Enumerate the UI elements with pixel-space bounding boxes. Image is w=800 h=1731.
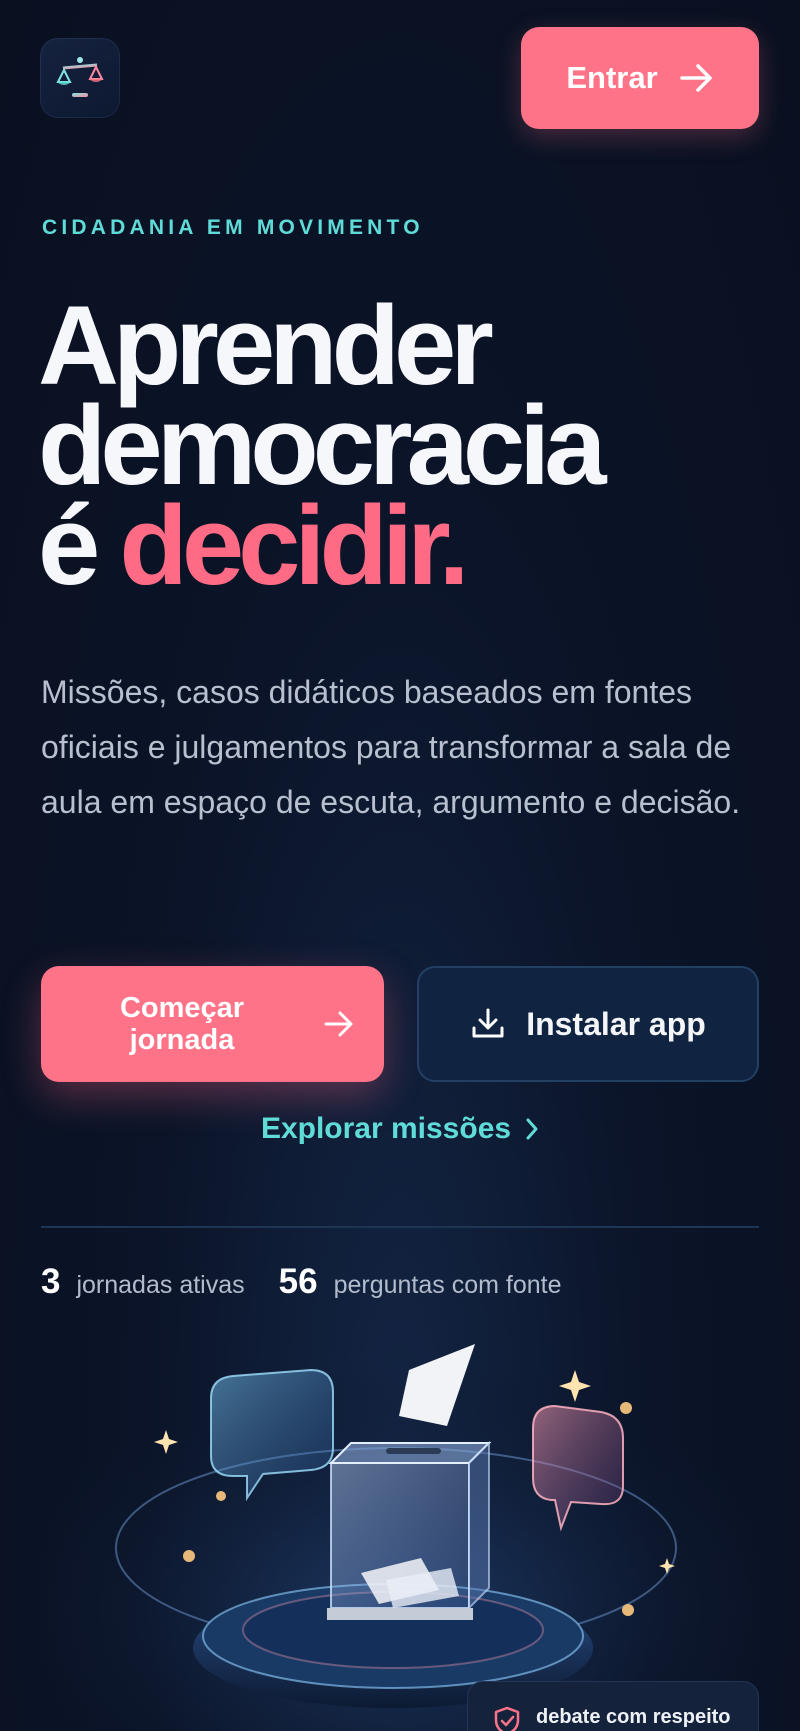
arrow-right-icon bbox=[324, 1011, 353, 1037]
start-journey-label-line-2: jornada bbox=[129, 1024, 235, 1056]
badge-label: debate com respeito bbox=[536, 1706, 731, 1728]
scales-of-justice-icon bbox=[56, 57, 104, 97]
stat-value: 56 bbox=[278, 1262, 318, 1301]
stat-label: jornadas ativas bbox=[76, 1271, 245, 1299]
stat-value: 3 bbox=[41, 1262, 61, 1301]
ballot-box-illustration bbox=[41, 1318, 759, 1731]
start-journey-label-line-1: Começar bbox=[119, 992, 245, 1024]
headline-accent: decidir. bbox=[119, 483, 469, 608]
hero-headline: Aprender democracia é decidir. bbox=[38, 290, 607, 602]
section-divider bbox=[41, 1226, 759, 1228]
headline-prefix: é bbox=[38, 483, 100, 608]
app-logo[interactable] bbox=[40, 38, 120, 118]
stat-label: perguntas com fonte bbox=[333, 1271, 562, 1299]
respect-debate-badge: debate com respeito bbox=[467, 1681, 759, 1731]
stats-row: 3 jornadas ativas 56 perguntas com fonte bbox=[41, 1262, 561, 1302]
install-app-button[interactable]: Instalar app bbox=[417, 966, 759, 1082]
shield-check-icon bbox=[494, 1706, 520, 1731]
chevron-right-icon bbox=[526, 1118, 538, 1140]
explore-missions-link[interactable]: Explorar missões bbox=[0, 1112, 800, 1146]
login-label: Entrar bbox=[566, 60, 658, 95]
start-journey-button[interactable]: Começar jornada bbox=[41, 966, 384, 1082]
hero-description: Missões, casos didáticos baseados em fon… bbox=[41, 674, 741, 820]
download-icon bbox=[472, 1008, 504, 1038]
start-journey-label: Começar jornada bbox=[107, 992, 257, 1056]
arrow-right-icon bbox=[679, 64, 712, 92]
login-button[interactable]: Entrar bbox=[521, 27, 759, 129]
eyebrow-label: CIDADANIA EM MOVIMENTO bbox=[42, 216, 424, 239]
explore-missions-label: Explorar missões bbox=[260, 1112, 512, 1145]
install-app-label: Instalar app bbox=[526, 1005, 706, 1042]
